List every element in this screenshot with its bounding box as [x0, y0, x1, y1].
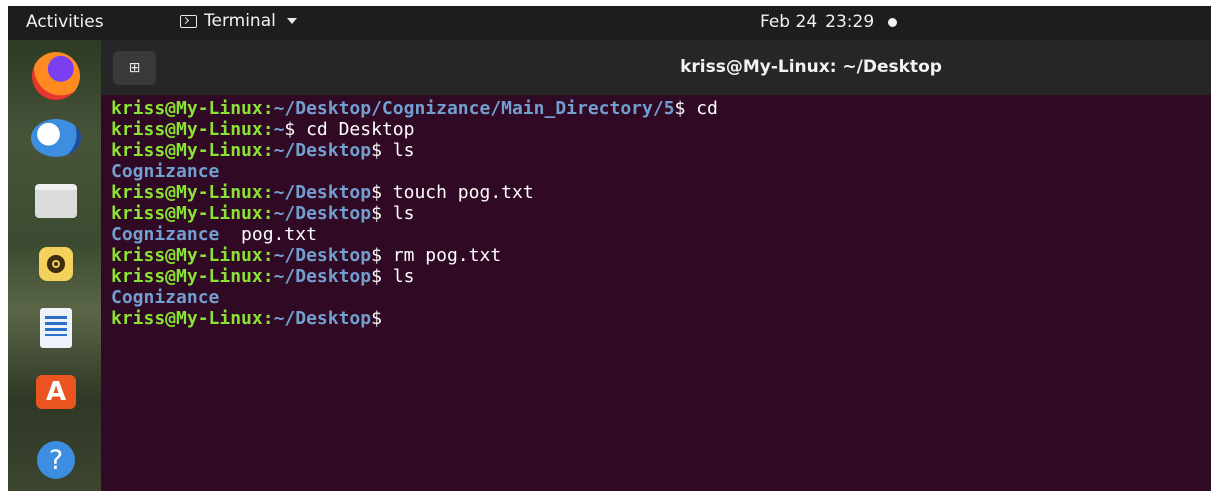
prompt-user: kriss@My-Linux	[111, 308, 263, 329]
prompt-symbol: $	[371, 245, 382, 266]
prompt-path: ~/Desktop	[273, 203, 372, 224]
prompt-user: kriss@My-Linux	[111, 182, 263, 203]
help-icon: ?	[37, 441, 75, 479]
dock: A ?	[8, 40, 101, 491]
terminal-window: ⊞ kriss@My-Linux: ~/Desktop kriss@My-Lin…	[101, 40, 1211, 491]
clock[interactable]: Feb 24 23:29	[760, 12, 898, 32]
command-text: rm pog.txt	[381, 245, 502, 266]
libreoffice-writer-icon	[40, 308, 72, 348]
terminal-line: Cognizance	[111, 161, 1211, 182]
files-icon	[35, 184, 77, 218]
prompt-separator: :	[262, 245, 274, 266]
prompt-path: ~/Desktop/Cognizance/Main_Directory/5	[273, 98, 675, 119]
command-text: ls	[381, 140, 415, 161]
terminal-line: kriss@My-Linux:~/Desktop$ ls	[111, 203, 1211, 224]
terminal-line: kriss@My-Linux:~/Desktop/Cognizance/Main…	[111, 98, 1211, 119]
prompt-path: ~/Desktop	[273, 266, 372, 287]
terminal-line: Cognizance	[111, 287, 1211, 308]
prompt-user: kriss@My-Linux	[111, 203, 263, 224]
command-text: ls	[381, 266, 415, 287]
dock-writer[interactable]	[30, 302, 82, 354]
chevron-down-icon	[286, 18, 297, 24]
terminal-output[interactable]: kriss@My-Linux:~/Desktop/Cognizance/Main…	[111, 98, 1211, 491]
dock-software[interactable]: A	[30, 366, 82, 418]
activities-button[interactable]: Activities	[26, 12, 104, 32]
window-title: kriss@My-Linux: ~/Desktop	[680, 57, 942, 77]
terminal-line: kriss@My-Linux:~/Desktop$ ls	[111, 266, 1211, 287]
rhythmbox-icon	[39, 247, 73, 281]
prompt-user: kriss@My-Linux	[111, 266, 263, 287]
prompt-path: ~	[273, 119, 285, 140]
terminal-line: kriss@My-Linux:~/Desktop$ rm pog.txt	[111, 245, 1211, 266]
output-directory: Cognizance	[111, 161, 220, 182]
prompt-separator: :	[262, 98, 274, 119]
prompt-symbol: $	[371, 140, 382, 161]
prompt-separator: :	[262, 140, 274, 161]
command-text: ls	[381, 203, 415, 224]
command-text: touch pog.txt	[381, 182, 534, 203]
firefox-icon	[32, 52, 80, 100]
dock-thunderbird[interactable]	[30, 112, 82, 164]
prompt-user: kriss@My-Linux	[111, 119, 263, 140]
prompt-symbol: $	[284, 119, 296, 140]
command-text: cd	[685, 98, 718, 119]
app-menu[interactable]: Terminal	[180, 11, 297, 31]
clock-date: Feb 24	[760, 12, 818, 32]
prompt-user: kriss@My-Linux	[111, 245, 263, 266]
dock-firefox[interactable]	[30, 50, 82, 102]
output-directory: Cognizance	[111, 224, 220, 245]
terminal-line: kriss@My-Linux:~/Desktop$ touch pog.txt	[111, 182, 1211, 203]
app-menu-label: Terminal	[204, 11, 276, 31]
prompt-symbol: $	[674, 98, 686, 119]
prompt-symbol: $	[371, 182, 382, 203]
prompt-separator: :	[262, 266, 274, 287]
prompt-separator: :	[262, 203, 274, 224]
terminal-line: Cognizance pog.txt	[111, 224, 1211, 245]
window-titlebar: ⊞ kriss@My-Linux: ~/Desktop	[101, 40, 1211, 95]
software-icon: A	[36, 375, 76, 409]
prompt-separator: :	[262, 182, 274, 203]
prompt-path: ~/Desktop	[273, 140, 372, 161]
prompt-user: kriss@My-Linux	[111, 98, 263, 119]
command-text: cd Desktop	[295, 119, 415, 140]
dock-help[interactable]: ?	[30, 434, 82, 486]
dock-rhythmbox[interactable]	[30, 238, 82, 290]
desktop-screen: Activities Terminal Feb 24 23:29 A ? ⊞ kr…	[8, 6, 1211, 491]
terminal-line: kriss@My-Linux:~/Desktop$	[111, 308, 1211, 329]
prompt-symbol: $	[371, 266, 382, 287]
prompt-user: kriss@My-Linux	[111, 140, 263, 161]
output-directory: Cognizance	[111, 287, 220, 308]
dock-files[interactable]	[30, 175, 82, 227]
terminal-icon	[180, 14, 197, 28]
prompt-separator: :	[262, 119, 274, 140]
prompt-path: ~/Desktop	[273, 308, 372, 329]
clock-time: 23:29	[825, 12, 875, 32]
output-file: pog.txt	[219, 224, 317, 245]
terminal-line: kriss@My-Linux:~/Desktop$ ls	[111, 140, 1211, 161]
prompt-symbol: $	[371, 203, 382, 224]
prompt-symbol: $	[371, 308, 382, 329]
prompt-path: ~/Desktop	[273, 182, 372, 203]
terminal-line: kriss@My-Linux:~$ cd Desktop	[111, 119, 1211, 140]
thunderbird-icon	[31, 119, 81, 157]
notification-dot-icon	[888, 17, 898, 27]
prompt-separator: :	[262, 308, 274, 329]
top-bar: Activities Terminal Feb 24 23:29	[8, 6, 1211, 40]
prompt-path: ~/Desktop	[273, 245, 372, 266]
